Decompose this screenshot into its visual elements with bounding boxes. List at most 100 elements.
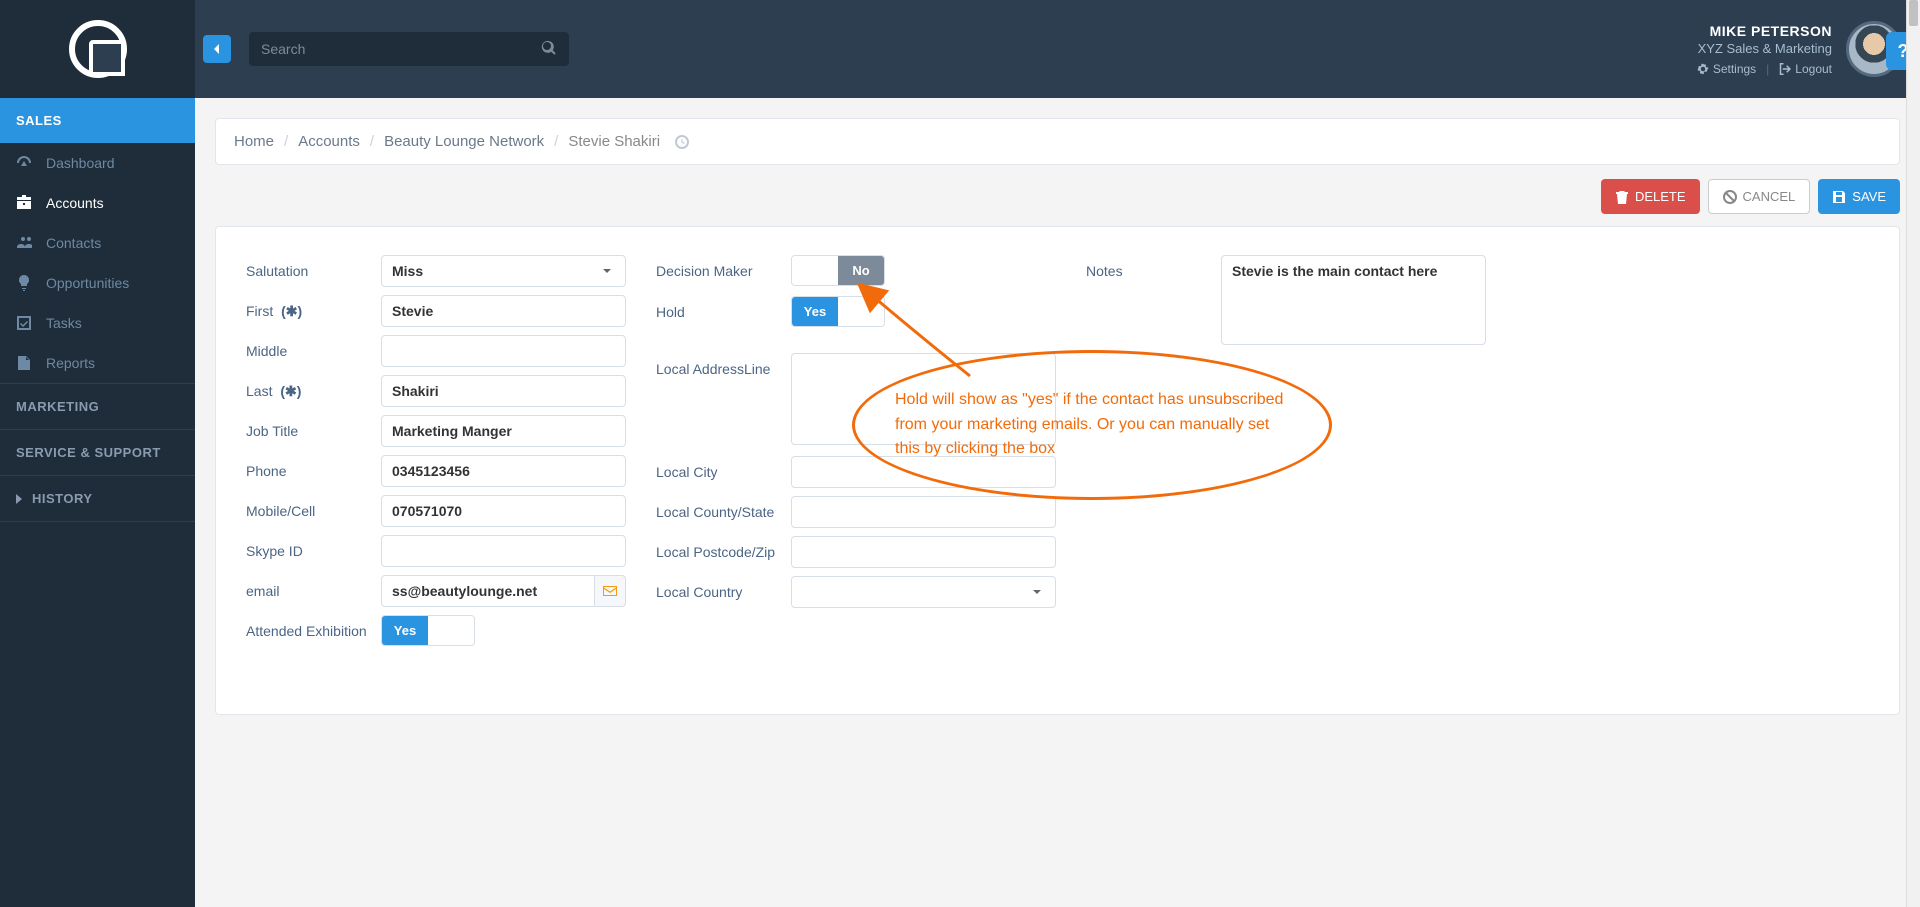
sidebar-item-opportunities[interactable]: Opportunities [0,263,195,303]
sidebar-item-label: Reports [46,355,95,371]
sidebar-item-dashboard[interactable]: Dashboard [0,143,195,183]
decision-toggle[interactable]: No [791,255,885,286]
logout-link[interactable]: Logout [1779,62,1832,76]
mobile-input[interactable] [381,495,626,527]
city-input[interactable] [791,456,1056,488]
label-address: Local AddressLine [656,353,791,377]
user-company: XYZ Sales & Marketing [1697,41,1832,56]
logo-icon [69,20,127,78]
logout-icon [1779,63,1791,75]
form-col-2: Decision Maker No Hold Yes [656,255,1056,654]
attended-toggle[interactable]: Yes [381,615,475,646]
reports-icon [16,355,32,371]
middle-name-input[interactable] [381,335,626,367]
postcode-input[interactable] [791,536,1056,568]
lightbulb-icon [16,275,32,291]
sidebar-item-label: Opportunities [46,275,129,291]
toggle-yes[interactable]: Yes [792,297,838,326]
sidebar-section-sales[interactable]: SALES [0,98,195,143]
form-col-3: Notes [1086,255,1486,654]
breadcrumb-accounts[interactable]: Accounts [298,133,360,150]
logo[interactable] [0,0,195,98]
main-content: Home / Accounts / Beauty Lounge Network … [195,98,1920,735]
sidebar-item-accounts[interactable]: Accounts [0,183,195,223]
skype-input[interactable] [381,535,626,567]
save-icon [1832,190,1846,204]
label-country: Local Country [656,576,791,600]
email-input[interactable] [381,575,595,607]
label-last: Last (✱) [246,375,381,400]
sidebar-collapse-button[interactable] [203,35,231,63]
salutation-select[interactable]: Miss [381,255,626,287]
label-middle: Middle [246,335,381,359]
envelope-icon [602,583,618,599]
label-notes: Notes [1086,255,1221,279]
label-decision: Decision Maker [656,255,791,279]
toggle-no[interactable] [428,616,474,645]
sidebar-section-service[interactable]: SERVICE & SUPPORT [0,430,195,475]
breadcrumb-home[interactable]: Home [234,133,274,150]
label-hold: Hold [656,296,791,320]
scrollbar[interactable] [1906,0,1920,907]
sidebar-item-contacts[interactable]: Contacts [0,223,195,263]
sidebar-item-label: Contacts [46,235,101,251]
country-select[interactable] [791,576,1056,608]
action-bar: DELETE CANCEL SAVE [215,179,1900,214]
label-job-title: Job Title [246,415,381,439]
search-button[interactable] [541,40,557,59]
label-salutation: Salutation [246,255,381,279]
toggle-no[interactable] [838,297,884,326]
phone-input[interactable] [381,455,626,487]
breadcrumb-account-name[interactable]: Beauty Lounge Network [384,133,544,150]
gear-icon [1697,63,1709,75]
scrollbar-thumb[interactable] [1909,0,1918,26]
contact-form: Salutation Miss First (✱) Middle Last (✱… [215,226,1900,715]
breadcrumb: Home / Accounts / Beauty Lounge Network … [215,118,1900,165]
sidebar-section-history[interactable]: HISTORY [0,476,195,521]
form-col-1: Salutation Miss First (✱) Middle Last (✱… [246,255,626,654]
cancel-icon [1723,190,1737,204]
sidebar: SALES Dashboard Accounts Contacts Opport… [0,98,195,907]
user-name: MIKE PETERSON [1697,23,1832,39]
separator: | [1766,62,1769,76]
save-button[interactable]: SAVE [1818,179,1900,214]
label-skype: Skype ID [246,535,381,559]
search-input[interactable] [261,41,541,57]
last-name-input[interactable] [381,375,626,407]
settings-link[interactable]: Settings [1697,62,1756,76]
label-email: email [246,575,381,599]
county-input[interactable] [791,496,1056,528]
first-name-input[interactable] [381,295,626,327]
sidebar-section-marketing[interactable]: MARKETING [0,384,195,429]
search-icon [541,40,557,56]
briefcase-icon [16,195,32,211]
notes-textarea[interactable] [1221,255,1486,345]
app-header: MIKE PETERSON XYZ Sales & Marketing Sett… [0,0,1920,98]
job-title-input[interactable] [381,415,626,447]
contacts-icon [16,235,32,251]
address-textarea[interactable] [791,353,1056,445]
sidebar-item-reports[interactable]: Reports [0,343,195,383]
check-icon [16,315,32,331]
sidebar-item-tasks[interactable]: Tasks [0,303,195,343]
search-box [249,32,569,66]
label-attended: Attended Exhibition [246,615,381,639]
label-city: Local City [656,456,791,480]
caret-right-icon [16,494,24,504]
clock-icon[interactable] [674,134,690,150]
label-first: First (✱) [246,295,381,320]
cancel-button[interactable]: CANCEL [1708,179,1811,214]
dashboard-icon [16,155,32,171]
toggle-yes[interactable]: Yes [382,616,428,645]
breadcrumb-current: Stevie Shakiri [568,133,660,150]
label-phone: Phone [246,455,381,479]
delete-button[interactable]: DELETE [1601,179,1700,214]
sidebar-item-label: Tasks [46,315,82,331]
toggle-no[interactable]: No [838,256,884,285]
email-addon[interactable] [595,575,626,607]
hold-toggle[interactable]: Yes [791,296,885,327]
label-mobile: Mobile/Cell [246,495,381,519]
label-county: Local County/State [656,496,791,520]
toggle-yes[interactable] [792,256,838,285]
label-postcode: Local Postcode/Zip [656,536,791,560]
